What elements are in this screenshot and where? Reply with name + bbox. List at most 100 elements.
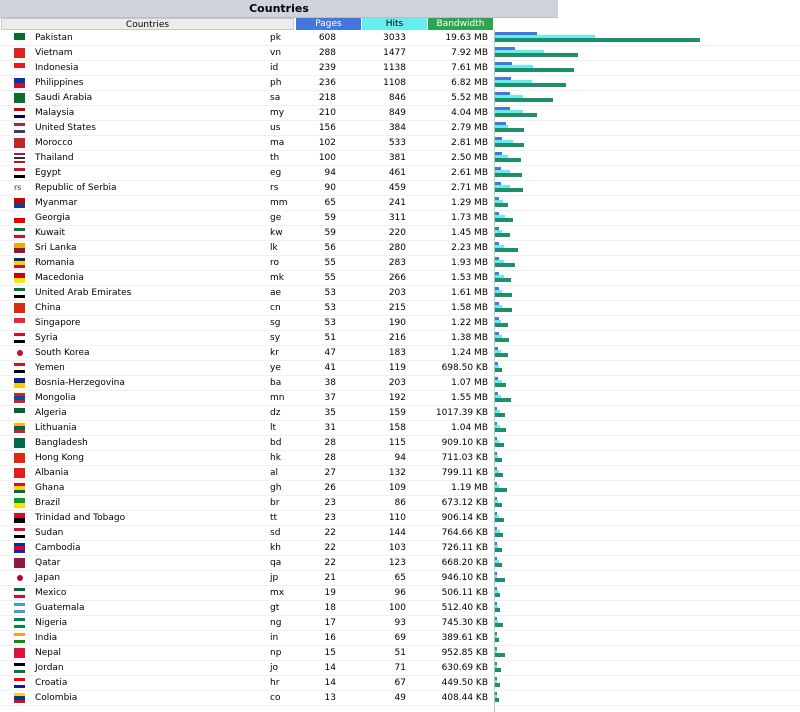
- flag-icon-ph: [14, 78, 25, 88]
- flag-icon-br: [14, 498, 25, 508]
- table-row: Malaysia my 210 849 4.04 MB: [0, 106, 800, 121]
- country-name: Bangladesh: [35, 438, 88, 448]
- bandwidth-value: 1.45 MB: [451, 228, 488, 238]
- bandwidth-bar: [495, 413, 505, 417]
- pages-value: 22: [324, 543, 336, 553]
- country-code: cn: [270, 303, 281, 313]
- bandwidth-value: 1.22 MB: [451, 318, 488, 328]
- flag-icon-dz: [14, 408, 25, 418]
- hits-value: 103: [388, 543, 406, 553]
- pages-value: 56: [324, 243, 336, 253]
- bandwidth-bar: [495, 608, 500, 612]
- hits-value: 1477: [383, 48, 406, 58]
- bandwidth-bar: [495, 503, 502, 507]
- pages-value: 100: [318, 153, 336, 163]
- country-name: Algeria: [35, 408, 67, 418]
- country-code: jo: [270, 663, 279, 673]
- pages-value: 55: [324, 258, 336, 268]
- table-row: Kuwait kw 59 220 1.45 MB: [0, 226, 800, 241]
- country-name: Mexico: [35, 588, 67, 598]
- table-row: Lithuania lt 31 158 1.04 MB: [0, 421, 800, 436]
- country-code: rs: [270, 183, 279, 193]
- flag-icon-my: [14, 108, 25, 118]
- flag-icon-ro: [14, 258, 25, 268]
- bandwidth-bar: [495, 383, 506, 387]
- bandwidth-bar: [495, 518, 504, 522]
- country-code: ph: [270, 78, 282, 88]
- country-code: ae: [270, 288, 282, 298]
- flag-icon-ba: [14, 378, 25, 388]
- table-row: Ghana gh 26 109 1.19 MB: [0, 481, 800, 496]
- country-name: Sudan: [35, 528, 64, 538]
- country-name: Croatia: [35, 678, 68, 688]
- country-name: Yemen: [35, 363, 65, 373]
- country-code: lk: [270, 243, 278, 253]
- table-row: Trinidad and Tobago tt 23 110 906.14 KB: [0, 511, 800, 526]
- pages-value: 21: [324, 573, 336, 583]
- bandwidth-value: 2.61 MB: [451, 168, 488, 178]
- bandwidth-bar: [495, 248, 518, 252]
- bandwidth-bar: [495, 308, 512, 312]
- bandwidth-bar: [495, 578, 505, 582]
- country-code: in: [270, 633, 279, 643]
- flag-icon-gh: [14, 483, 25, 493]
- country-code: gh: [270, 483, 282, 493]
- bandwidth-bar: [495, 353, 508, 357]
- table-row: Thailand th 100 381 2.50 MB: [0, 151, 800, 166]
- hits-value: 94: [394, 453, 406, 463]
- hits-value: 384: [388, 123, 406, 133]
- hits-value: 203: [388, 378, 406, 388]
- country-code: mx: [270, 588, 285, 598]
- pages-value: 236: [318, 78, 336, 88]
- pages-value: 16: [324, 633, 336, 643]
- country-code: np: [270, 648, 282, 658]
- pages-value: 17: [324, 618, 336, 628]
- table-row: Qatar qa 22 123 668.20 KB: [0, 556, 800, 571]
- flag-icon-th: [14, 153, 25, 163]
- table-row: Nepal np 15 51 952.85 KB: [0, 646, 800, 661]
- bandwidth-value: 506.11 KB: [441, 588, 488, 598]
- bandwidth-bar: [495, 143, 524, 147]
- bandwidth-value: 1017.39 KB: [435, 408, 488, 418]
- country-name: Pakistan: [35, 33, 73, 43]
- table-row: Bosnia-Herzegovina ba 38 203 1.07 MB: [0, 376, 800, 391]
- bandwidth-bar: [495, 653, 505, 657]
- flag-icon-rs: rs: [14, 183, 22, 192]
- country-name: Singapore: [35, 318, 81, 328]
- table-row: rs Republic of Serbia rs 90 459 2.71 MB: [0, 181, 800, 196]
- country-code: sa: [270, 93, 281, 103]
- flag-icon-kw: [14, 228, 25, 238]
- bandwidth-value: 1.53 MB: [451, 273, 488, 283]
- hits-value: 49: [394, 693, 406, 703]
- bandwidth-bar: [495, 398, 511, 402]
- pages-value: 53: [324, 318, 336, 328]
- bandwidth-bar: [495, 698, 499, 702]
- country-code: hk: [270, 453, 281, 463]
- bandwidth-bar: [495, 293, 512, 297]
- table-row: Sudan sd 22 144 764.66 KB: [0, 526, 800, 541]
- country-code: sy: [270, 333, 281, 343]
- country-code: id: [270, 63, 279, 73]
- hits-value: 51: [394, 648, 406, 658]
- flag-icon-lk: [14, 243, 25, 253]
- country-name: Syria: [35, 333, 58, 343]
- pages-value: 22: [324, 528, 336, 538]
- flag-icon-vn: [14, 48, 25, 58]
- country-code: my: [270, 108, 285, 118]
- table-row: Saudi Arabia sa 218 846 5.52 MB: [0, 91, 800, 106]
- bandwidth-value: 2.71 MB: [451, 183, 488, 193]
- bandwidth-value: 1.38 MB: [451, 333, 488, 343]
- header-countries: Countries: [1, 18, 294, 30]
- bandwidth-value: 1.58 MB: [451, 303, 488, 313]
- bandwidth-value: 906.14 KB: [441, 513, 488, 523]
- bandwidth-value: 2.79 MB: [451, 123, 488, 133]
- bandwidth-value: 512.40 KB: [441, 603, 488, 613]
- country-name: Vietnam: [35, 48, 73, 58]
- bandwidth-value: 1.19 MB: [451, 483, 488, 493]
- pages-value: 156: [318, 123, 336, 133]
- bandwidth-value: 2.50 MB: [451, 153, 488, 163]
- hits-value: 241: [388, 198, 406, 208]
- pages-value: 18: [324, 603, 336, 613]
- table-row: Algeria dz 35 159 1017.39 KB: [0, 406, 800, 421]
- country-name: Ghana: [35, 483, 65, 493]
